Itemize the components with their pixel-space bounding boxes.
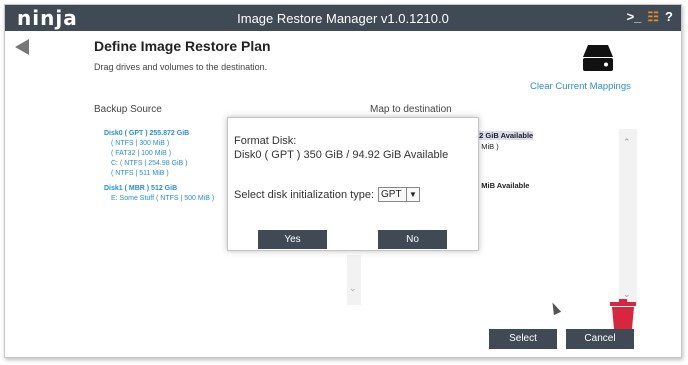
terminal-icon[interactable]: >_ [627, 9, 642, 25]
no-button[interactable]: No [378, 230, 447, 249]
destination-label: Map to destination [370, 104, 452, 115]
yes-button[interactable]: Yes [258, 230, 327, 249]
source-scrollbar[interactable] [347, 255, 361, 305]
backup-source-label: Backup Source [94, 104, 162, 115]
destination-disk[interactable]: 92 GiB Available [475, 131, 534, 140]
network-icon[interactable]: ☷ [647, 9, 659, 25]
source-tree: Disk0 ( GPT ) 255.872 GiB ( NTFS | 300 M… [104, 129, 214, 204]
source-partition[interactable]: E: Some Stuff ( NTFS | 500 MiB ) [104, 194, 214, 204]
select-button[interactable]: Select [489, 329, 557, 349]
trash-icon[interactable] [610, 299, 636, 329]
page-title: Define Image Restore Plan [94, 38, 271, 54]
chevron-down-icon[interactable]: ▼ [406, 188, 419, 201]
clear-mappings-link[interactable]: Clear Current Mappings [530, 81, 631, 92]
destination-scrollbar[interactable]: ⌃ ⌄ [619, 129, 637, 304]
init-type-label: Select disk initialization type: [234, 189, 375, 201]
window-title: Image Restore Manager v1.0.1210.0 [237, 11, 449, 26]
chevron-up-icon[interactable]: ⌃ [623, 137, 631, 148]
app-window: ninja Image Restore Manager v1.0.1210.0 … [4, 4, 682, 358]
cancel-button[interactable]: Cancel [566, 329, 634, 349]
page-subtitle: Drag drives and volumes to the destinati… [94, 62, 268, 72]
format-disk-dialog: Format Disk: Disk0 ( GPT ) 350 GiB / 94.… [227, 117, 479, 251]
back-arrow-icon[interactable] [15, 39, 29, 55]
source-partition[interactable]: ( FAT32 | 100 MiB ) [104, 149, 214, 159]
mouse-cursor-icon [548, 300, 562, 316]
titlebar-icons: >_ ☷ ? [627, 9, 673, 25]
dialog-heading: Format Disk: [234, 135, 297, 147]
source-disk[interactable]: Disk0 ( GPT ) 255.872 GiB [104, 129, 214, 139]
titlebar: ninja Image Restore Manager v1.0.1210.0 … [5, 5, 681, 31]
chevron-down-icon[interactable]: ⌄ [349, 283, 357, 294]
init-type-value: GPT [381, 189, 402, 200]
source-partition[interactable]: ( NTFS | 511 MiB ) [104, 169, 214, 179]
hard-drive-icon [583, 45, 613, 71]
init-type-select[interactable]: GPT ▼ [378, 187, 420, 202]
source-partition[interactable]: C: ( NTFS | 254.98 GiB ) [104, 159, 214, 169]
source-partition[interactable]: ( NTFS | 300 MiB ) [104, 139, 214, 149]
help-icon[interactable]: ? [665, 9, 673, 25]
source-disk[interactable]: Disk1 ( MBR ) 512 GiB [104, 184, 214, 194]
destination-disk[interactable]: 2 MiB Available [475, 181, 529, 190]
dialog-disk-info: Disk0 ( GPT ) 350 GiB / 94.92 GiB Availa… [234, 149, 449, 161]
